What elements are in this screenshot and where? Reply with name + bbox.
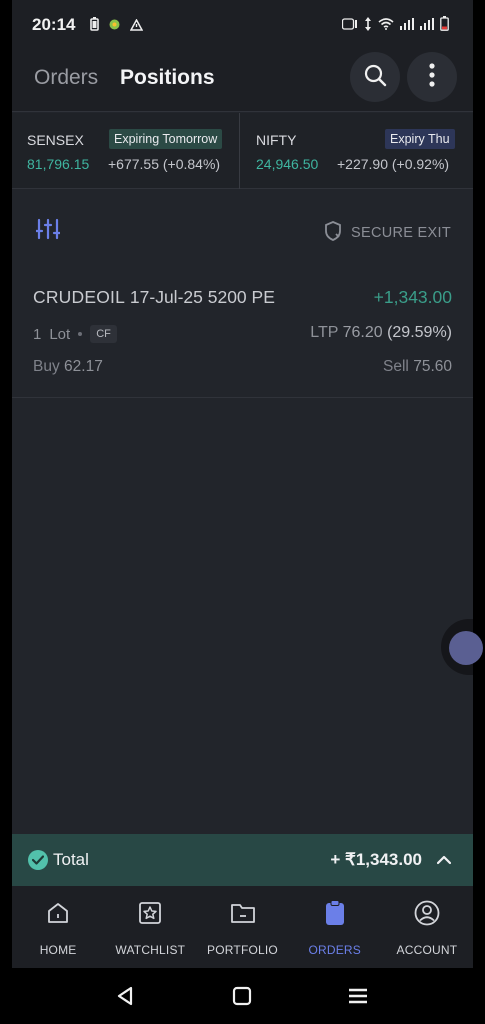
ltp-change: (29.59%) xyxy=(387,324,452,341)
sell-label: Sell xyxy=(383,358,409,375)
index-name: NIFTY xyxy=(256,132,297,148)
nav-label: HOME xyxy=(39,943,77,957)
nav-portfolio[interactable]: PORTFOLIO xyxy=(196,886,288,968)
index-change: +677.55 (+0.84%) xyxy=(108,156,221,172)
index-strip: SENSEX Expiring Tomorrow 81,796.15 +677.… xyxy=(12,113,473,189)
nav-watchlist[interactable]: WATCHLIST xyxy=(104,886,196,968)
nav-orders[interactable]: ORDERS xyxy=(289,886,381,968)
index-card-nifty[interactable]: NIFTY Expiry Thu 24,946.50 +227.90 (+0.9… xyxy=(241,113,473,189)
instrument-name: CRUDEOIL xyxy=(33,287,126,307)
nav-label: ACCOUNT xyxy=(396,943,458,957)
tab-positions[interactable]: Positions xyxy=(120,66,215,90)
index-name: SENSEX xyxy=(27,132,84,148)
expiry-badge: Expiring Tomorrow xyxy=(109,129,223,149)
back-icon[interactable] xyxy=(116,986,134,1011)
shield-icon xyxy=(323,220,343,246)
nav-account[interactable]: ACCOUNT xyxy=(381,886,473,968)
signal-icon-2 xyxy=(420,17,434,35)
data-transfer-icon xyxy=(364,16,372,36)
bottom-nav: HOME WATCHLIST PORTFOLIO ORDERS ACCOUNT xyxy=(12,886,473,968)
contract-details: 17-Jul-25 5200 PE xyxy=(129,287,275,307)
android-debug-icon xyxy=(108,18,121,36)
position-sell: Sell 75.60 xyxy=(383,358,452,376)
position-name: CRUDEOIL 17-Jul-25 5200 PE xyxy=(33,287,275,308)
volte-icon xyxy=(341,17,358,35)
portfolio-icon xyxy=(230,900,256,926)
index-value: 81,796.15 xyxy=(27,156,90,172)
position-quantity: 1 Lot CF xyxy=(33,325,117,343)
ltp-label: LTP xyxy=(310,324,339,341)
position-ltp: LTP 76.20 (29.59%) xyxy=(310,324,452,342)
home-square-icon[interactable] xyxy=(232,986,252,1011)
total-label: Total xyxy=(53,850,89,869)
ltp-value: 76.20 xyxy=(342,324,383,341)
sell-price: 75.60 xyxy=(413,358,452,375)
check-circle-icon xyxy=(28,850,48,870)
tab-orders[interactable]: Orders xyxy=(34,66,98,90)
nav-label: ORDERS xyxy=(308,943,361,957)
more-vertical-icon xyxy=(429,62,435,92)
header: Orders Positions xyxy=(12,50,473,112)
position-pnl: +1,343.00 xyxy=(373,287,452,307)
app-screen: 20:14 Orders Positions SENSEX Expiring T… xyxy=(12,0,483,968)
index-change: +227.90 (+0.92%) xyxy=(337,156,450,172)
quantity-value: 1 xyxy=(33,325,42,343)
buy-price: 62.17 xyxy=(64,358,103,375)
position-row[interactable]: CRUDEOIL 17-Jul-25 5200 PE +1,343.00 1 L… xyxy=(12,270,473,398)
total-bar[interactable]: Total + ₹1,343.00 xyxy=(12,834,473,886)
position-buy: Buy 62.17 xyxy=(33,358,103,376)
more-options-button[interactable] xyxy=(407,52,457,102)
status-bar: 20:14 xyxy=(12,0,473,50)
battery-icon xyxy=(440,16,449,36)
nav-label: WATCHLIST xyxy=(115,943,186,957)
side-handle-knob xyxy=(449,631,483,665)
carry-forward-tag: CF xyxy=(90,325,117,343)
secure-exit-label: SECURE EXIT xyxy=(351,225,451,241)
chevron-up-icon[interactable] xyxy=(436,852,452,870)
index-value: 24,946.50 xyxy=(256,156,319,172)
quantity-unit: Lot xyxy=(49,325,71,343)
signal-icon-1 xyxy=(400,17,414,35)
nav-label: PORTFOLIO xyxy=(207,943,278,957)
account-icon xyxy=(414,900,440,926)
recents-icon[interactable] xyxy=(348,986,368,1011)
warning-icon xyxy=(129,17,144,36)
battery-saver-icon xyxy=(90,17,99,36)
positions-toolbar: SECURE EXIT xyxy=(12,190,473,270)
search-button[interactable] xyxy=(350,52,400,102)
separator-dot xyxy=(78,332,83,336)
secure-exit-button[interactable]: SECURE EXIT xyxy=(323,220,451,246)
filter-sliders-icon[interactable] xyxy=(34,218,62,245)
search-icon xyxy=(363,63,387,92)
buy-label: Buy xyxy=(33,358,60,375)
floating-side-handle[interactable] xyxy=(441,619,483,675)
nav-home[interactable]: HOME xyxy=(12,886,104,968)
home-icon xyxy=(46,900,70,926)
system-nav-bar xyxy=(0,968,485,1024)
total-value: + ₹1,343.00 xyxy=(330,850,422,869)
watchlist-icon xyxy=(138,900,162,926)
orders-icon xyxy=(325,900,345,926)
wifi-icon xyxy=(378,17,394,35)
expiry-badge: Expiry Thu xyxy=(385,129,455,149)
index-card-sensex[interactable]: SENSEX Expiring Tomorrow 81,796.15 +677.… xyxy=(12,113,240,189)
status-time: 20:14 xyxy=(32,15,76,34)
